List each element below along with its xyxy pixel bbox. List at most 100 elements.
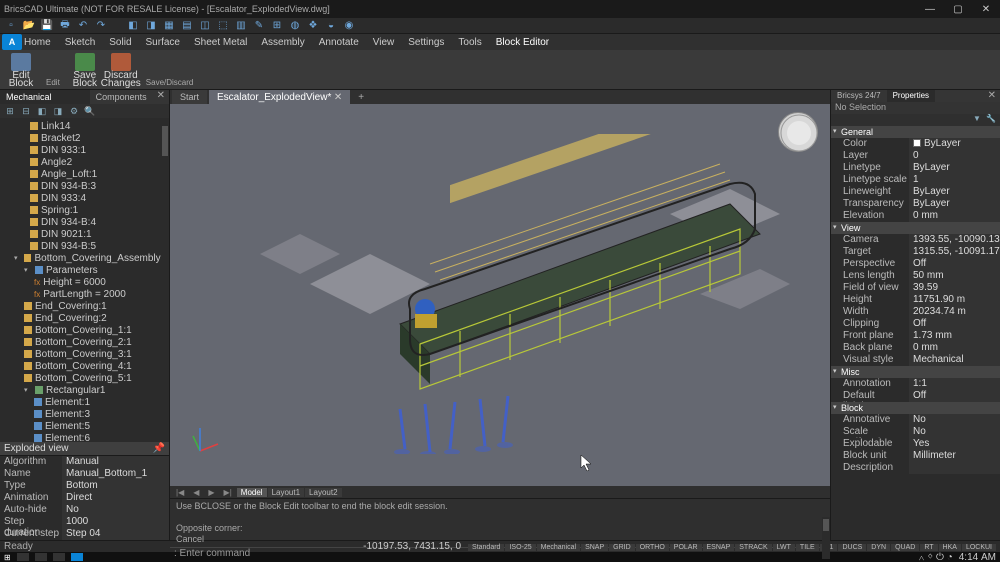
status-toggle[interactable]: POLAR: [670, 544, 702, 551]
qat-icon[interactable]: ◨: [144, 19, 158, 33]
tab-properties[interactable]: Properties: [887, 90, 935, 102]
tab-settings[interactable]: Settings: [408, 37, 444, 48]
status-toggle[interactable]: TILE: [796, 544, 819, 551]
layout-nav-last[interactable]: ▶|: [220, 488, 236, 497]
tree-item[interactable]: Bottom_Covering_5:1: [0, 372, 169, 384]
mechanical-tree[interactable]: Link14Bracket2DIN 933:1Angle2Angle_Loft:…: [0, 118, 169, 442]
print-icon[interactable]: 🖶: [58, 19, 72, 33]
property-row[interactable]: Layer0: [831, 150, 1000, 162]
tree-item[interactable]: DIN 934-B:5: [0, 240, 169, 252]
edit-block-button[interactable]: EditBlock: [4, 52, 38, 88]
tree-item[interactable]: DIN 934-B:4: [0, 216, 169, 228]
save-block-button[interactable]: SaveBlock: [68, 52, 102, 88]
qat-icon[interactable]: ▦: [162, 19, 176, 33]
property-row[interactable]: Scale UniformlyNo: [831, 426, 1000, 438]
property-row[interactable]: Camera1393.55, -10090.13, 1936.13: [831, 234, 1000, 246]
minimize-button[interactable]: —: [916, 0, 944, 18]
qat-icon[interactable]: ◧: [126, 19, 140, 33]
tree-item[interactable]: Element:5: [0, 420, 169, 432]
status-toggle[interactable]: STRACK: [735, 544, 771, 551]
status-toggle[interactable]: Standard: [468, 544, 504, 551]
layout-tab-layout1[interactable]: Layout1: [268, 488, 304, 497]
status-toggle[interactable]: Mechanical: [537, 544, 580, 551]
scrollbar[interactable]: [161, 118, 169, 442]
layout-nav-prev[interactable]: ◀: [189, 488, 203, 497]
tree-item[interactable]: Link14: [0, 120, 169, 132]
tree-tb-icon[interactable]: ◨: [52, 105, 64, 117]
property-category[interactable]: View: [831, 222, 1000, 234]
property-category[interactable]: Misc: [831, 366, 1000, 378]
tree-item[interactable]: Angle2: [0, 156, 169, 168]
tree-tb-icon[interactable]: ⊞: [4, 105, 16, 117]
tree-item[interactable]: Spring:1: [0, 204, 169, 216]
qat-icon[interactable]: ◍: [288, 19, 302, 33]
tree-item[interactable]: Bracket2: [0, 132, 169, 144]
tree-tb-icon[interactable]: ⚙: [68, 105, 80, 117]
status-toggle[interactable]: RT: [920, 544, 937, 551]
property-category[interactable]: Block: [831, 402, 1000, 414]
tree-item[interactable]: End_Covering:1: [0, 300, 169, 312]
tree-tb-icon[interactable]: ⊟: [20, 105, 32, 117]
tree-item[interactable]: fxPartLength = 2000: [0, 288, 169, 300]
tree-item[interactable]: Bottom_Covering_1:1: [0, 324, 169, 336]
qat-icon[interactable]: ◒: [324, 19, 338, 33]
wrench-icon[interactable]: 🔧: [986, 114, 996, 124]
status-toggle[interactable]: GRID: [609, 544, 635, 551]
tab-solid[interactable]: Solid: [109, 37, 131, 48]
status-toggle[interactable]: QUAD: [891, 544, 919, 551]
qat-icon[interactable]: ▥: [234, 19, 248, 33]
new-tab-button[interactable]: +: [352, 92, 370, 103]
layout-nav-next[interactable]: ▶: [204, 488, 218, 497]
doc-tab-start[interactable]: Start: [172, 90, 207, 104]
property-row[interactable]: Target1315.55, -10091.17, 1935.13: [831, 246, 1000, 258]
tab-view[interactable]: View: [373, 37, 395, 48]
tab-tools[interactable]: Tools: [458, 37, 481, 48]
qat-icon[interactable]: ⊞: [270, 19, 284, 33]
tree-item[interactable]: End_Covering:2: [0, 312, 169, 324]
tree-item[interactable]: DIN 934-B:3: [0, 180, 169, 192]
tab-blockeditor[interactable]: Block Editor: [496, 37, 549, 48]
app-menu-button[interactable]: A: [2, 34, 22, 50]
taskbar-item[interactable]: [17, 553, 29, 561]
status-toggle[interactable]: SNAP: [581, 544, 608, 551]
status-toggle[interactable]: DYN: [867, 544, 890, 551]
system-clock[interactable]: ∧ ᛜ ⏻ ◔4:14 AM: [918, 552, 996, 562]
filter-icon[interactable]: ▼: [973, 114, 983, 124]
maximize-button[interactable]: ▢: [944, 0, 972, 18]
tree-item[interactable]: ▾Bottom_Covering_Assembly:1: [0, 252, 169, 264]
property-row[interactable]: Description: [831, 462, 1000, 474]
property-row[interactable]: AlgorithmManual: [0, 456, 169, 468]
tree-item[interactable]: Element:3: [0, 408, 169, 420]
tree-tb-icon[interactable]: ◧: [36, 105, 48, 117]
3d-viewport[interactable]: [170, 104, 830, 486]
tree-item[interactable]: Bottom_Covering_4:1: [0, 360, 169, 372]
property-row[interactable]: Block unitMillimeter: [831, 450, 1000, 462]
property-row[interactable]: Height11751.90 m: [831, 294, 1000, 306]
tab-assembly[interactable]: Assembly: [261, 37, 304, 48]
tree-tb-icon[interactable]: 🔍: [84, 105, 96, 117]
property-row[interactable]: Elevation0 mm: [831, 210, 1000, 222]
status-toggle[interactable]: ORTHO: [636, 544, 669, 551]
tree-item[interactable]: DIN 933:1: [0, 144, 169, 156]
status-toggle[interactable]: ISO-25: [505, 544, 535, 551]
property-row[interactable]: Back plane0 mm: [831, 342, 1000, 354]
panel-pin-icon[interactable]: 📌: [153, 443, 165, 454]
property-row[interactable]: Field of view39.59: [831, 282, 1000, 294]
qat-icon[interactable]: ▤: [180, 19, 194, 33]
property-row[interactable]: ClippingOff: [831, 318, 1000, 330]
property-row[interactable]: TypeBottom: [0, 480, 169, 492]
tab-components[interactable]: Components: [90, 90, 153, 104]
tree-item[interactable]: Bottom_Covering_3:1: [0, 348, 169, 360]
status-toggle[interactable]: LOCKUI: [962, 544, 996, 551]
tree-item[interactable]: DIN 933:4: [0, 192, 169, 204]
property-row[interactable]: ExplodableYes: [831, 438, 1000, 450]
panel-close-icon[interactable]: ✕: [984, 90, 1000, 102]
undo-icon[interactable]: ↶: [76, 19, 90, 33]
property-row[interactable]: Width20234.74 m: [831, 306, 1000, 318]
property-row[interactable]: ColorByLayer: [831, 138, 1000, 150]
tree-item[interactable]: Bottom_Covering_2:1: [0, 336, 169, 348]
property-category[interactable]: General: [831, 126, 1000, 138]
property-row[interactable]: Linetype scale1: [831, 174, 1000, 186]
property-row[interactable]: AnimationDirect: [0, 492, 169, 504]
property-row[interactable]: Annotation scale1:1: [831, 378, 1000, 390]
